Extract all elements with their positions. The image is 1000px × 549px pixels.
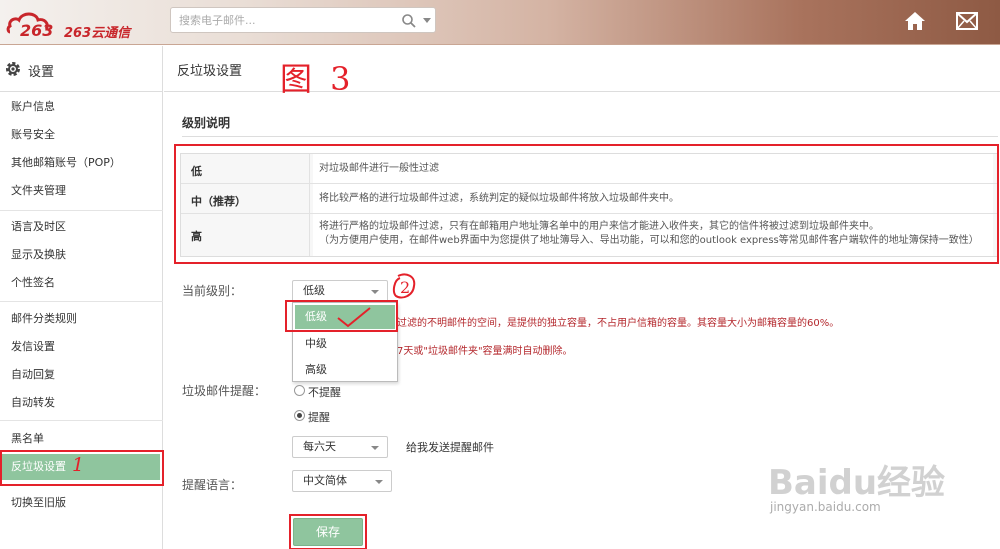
capacity-note: 过滤的不明邮件的空间，是提供的独立容量，不占用户信箱的容量。其容量大小为邮箱容量… bbox=[397, 318, 840, 329]
logo[interactable]: 263 263云通信 bbox=[6, 6, 156, 41]
chevron-down-icon bbox=[375, 480, 383, 484]
chevron-down-icon bbox=[371, 446, 379, 450]
reminder-frequency-select[interactable]: 每六天 bbox=[292, 436, 388, 458]
radio-no-reminder-label: 不提醒 bbox=[308, 386, 341, 399]
sidebar-item-pop-accounts[interactable]: 其他邮箱账号（POP） bbox=[0, 150, 163, 176]
annotation-box-save bbox=[289, 514, 367, 549]
reminder-language-label: 提醒语言： bbox=[182, 478, 243, 492]
home-icon[interactable] bbox=[903, 10, 927, 32]
annotation-number-1: 1 bbox=[72, 454, 85, 476]
svg-text:2: 2 bbox=[400, 278, 410, 297]
section-title: 级别说明 bbox=[182, 116, 231, 130]
current-level-label: 当前级别： bbox=[182, 284, 243, 298]
sidebar-item-send-settings[interactable]: 发信设置 bbox=[0, 334, 163, 360]
figure-annotation: 图 3 bbox=[280, 60, 355, 98]
annotation-circle-2: 2 bbox=[392, 273, 416, 299]
annotation-box-table bbox=[174, 144, 999, 264]
radio-no-reminder[interactable] bbox=[294, 385, 305, 396]
radio-reminder[interactable] bbox=[294, 410, 305, 421]
sidebar-item-auto-reply[interactable]: 自动回复 bbox=[0, 362, 163, 388]
dropdown-option-medium[interactable]: 中级 bbox=[293, 331, 397, 357]
search-input[interactable] bbox=[179, 12, 389, 29]
watermark-url: jingyan.baidu.com bbox=[770, 500, 881, 514]
sidebar-item-language-timezone[interactable]: 语言及时区 bbox=[0, 214, 163, 240]
reminder-frequency-value: 每六天 bbox=[303, 440, 336, 453]
mail-icon[interactable] bbox=[956, 12, 978, 30]
auto-delete-note: 7天或"垃圾邮件夹"容量满时自动删除。 bbox=[397, 346, 573, 357]
logo-text: 263云通信 bbox=[64, 26, 131, 41]
sidebar-item-switch-old-version[interactable]: 切换至旧版 bbox=[0, 490, 163, 516]
page-title: 反垃圾设置 bbox=[177, 64, 243, 79]
level-select[interactable]: 低级 bbox=[292, 280, 388, 302]
sidebar-item-account-info[interactable]: 账户信息 bbox=[0, 94, 163, 120]
sidebar-divider bbox=[0, 210, 163, 211]
reminder-label: 垃圾邮件提醒： bbox=[182, 384, 267, 398]
svg-text:Baidu经验: Baidu经验 bbox=[768, 463, 945, 503]
sidebar-item-mail-rules[interactable]: 邮件分类规则 bbox=[0, 306, 163, 332]
sidebar-item-folder-management[interactable]: 文件夹管理 bbox=[0, 178, 163, 204]
sidebar-item-auto-forward[interactable]: 自动转发 bbox=[0, 390, 163, 416]
section-divider bbox=[182, 136, 998, 137]
reminder-language-select[interactable]: 中文简体 bbox=[292, 470, 392, 492]
svg-text:263: 263 bbox=[20, 21, 53, 40]
sidebar-item-blacklist[interactable]: 黑名单 bbox=[0, 426, 163, 452]
sidebar-divider bbox=[0, 420, 163, 421]
gear-icon bbox=[6, 62, 20, 76]
check-mark-icon bbox=[337, 307, 371, 328]
sidebar-item-display-skin[interactable]: 显示及换肤 bbox=[0, 242, 163, 268]
reminder-frequency-suffix: 给我发送提醒邮件 bbox=[406, 441, 494, 454]
reminder-language-value: 中文简体 bbox=[303, 474, 347, 487]
chevron-down-icon bbox=[371, 290, 379, 294]
search-box[interactable] bbox=[170, 7, 436, 33]
chevron-down-icon[interactable] bbox=[423, 18, 431, 23]
level-select-value: 低级 bbox=[303, 284, 325, 297]
sidebar-divider bbox=[0, 301, 163, 302]
sidebar-item-account-security[interactable]: 账号安全 bbox=[0, 122, 163, 148]
sidebar-item-signature[interactable]: 个性签名 bbox=[0, 270, 163, 296]
search-icon[interactable] bbox=[401, 13, 417, 29]
radio-reminder-label: 提醒 bbox=[308, 411, 330, 424]
sidebar-header: 设置 bbox=[0, 46, 163, 92]
sidebar-title: 设置 bbox=[28, 65, 55, 80]
dropdown-option-high[interactable]: 高级 bbox=[293, 357, 397, 383]
top-header: 263 263云通信 bbox=[0, 0, 1000, 45]
